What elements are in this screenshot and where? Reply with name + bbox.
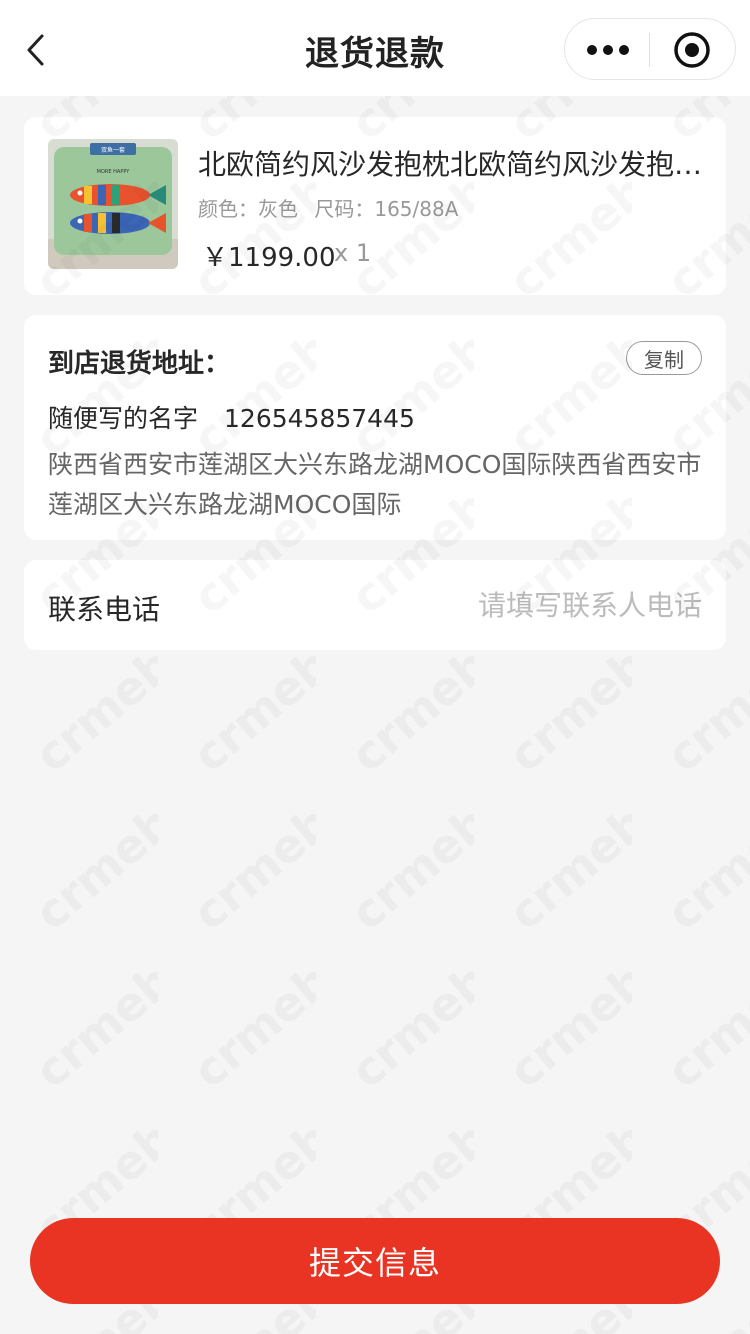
product-image-tag: 双鱼一套 bbox=[101, 146, 125, 154]
spec-color-value: 灰色 bbox=[258, 197, 298, 221]
nav-bar: 退货退款 bbox=[0, 0, 750, 96]
contact-phone-card: 联系电话 bbox=[24, 560, 726, 650]
capsule-divider bbox=[649, 33, 650, 67]
product-spec: 颜色：灰色 尺码：165/88A bbox=[198, 193, 468, 222]
close-button[interactable] bbox=[673, 31, 711, 69]
product-quantity: x 1 bbox=[334, 239, 372, 267]
spec-size-label: 尺码： bbox=[314, 197, 375, 221]
spec-color: 颜色：灰色 bbox=[198, 197, 298, 221]
more-button[interactable] bbox=[583, 36, 633, 64]
submit-button[interactable]: 提交信息 bbox=[30, 1218, 720, 1304]
address-name: 随便写的名字 bbox=[48, 404, 199, 433]
target-circle-icon bbox=[674, 32, 710, 68]
contact-phone-label: 联系电话 bbox=[48, 593, 161, 626]
product-card: 双鱼一套 MORE HAPPY 北欧简约风沙发抱枕北欧简约风沙发抱枕北欧简约风沙… bbox=[24, 117, 726, 295]
spec-color-label: 颜色： bbox=[198, 197, 258, 221]
mini-program-capsule bbox=[564, 18, 736, 80]
return-address-card: 到店退货地址： 复制 随便写的名字 126545857445 陕西省西安市莲湖区大… bbox=[24, 315, 726, 540]
refund-page: 退货退款 双鱼一套 MORE HAPPY 北欧简约风沙发抱枕北欧简约风沙发抱枕 … bbox=[0, 0, 750, 1334]
address-title: 到店退货地址： bbox=[48, 349, 231, 379]
product-image-caption: MORE HAPPY bbox=[97, 169, 131, 175]
address-contact: 随便写的名字 126545857445 bbox=[48, 399, 415, 435]
more-dots-icon bbox=[587, 45, 629, 55]
spec-size: 尺码：165/88A bbox=[314, 197, 458, 221]
spec-size-value: 165/88A bbox=[374, 197, 459, 221]
product-image: 双鱼一套 MORE HAPPY bbox=[48, 139, 178, 269]
product-price: ￥1199.00 bbox=[202, 243, 336, 273]
copy-button[interactable]: 复制 bbox=[626, 341, 702, 375]
product-name: 北欧简约风沙发抱枕北欧简约风沙发抱枕北欧简约风沙发抱枕 bbox=[198, 148, 708, 181]
address-detail: 陕西省西安市莲湖区大兴东路龙湖MOCO国际陕西省西安市莲湖区大兴东路龙湖MOCO… bbox=[48, 450, 702, 519]
address-phone: 126545857445 bbox=[224, 404, 415, 433]
contact-phone-input[interactable] bbox=[302, 580, 702, 630]
